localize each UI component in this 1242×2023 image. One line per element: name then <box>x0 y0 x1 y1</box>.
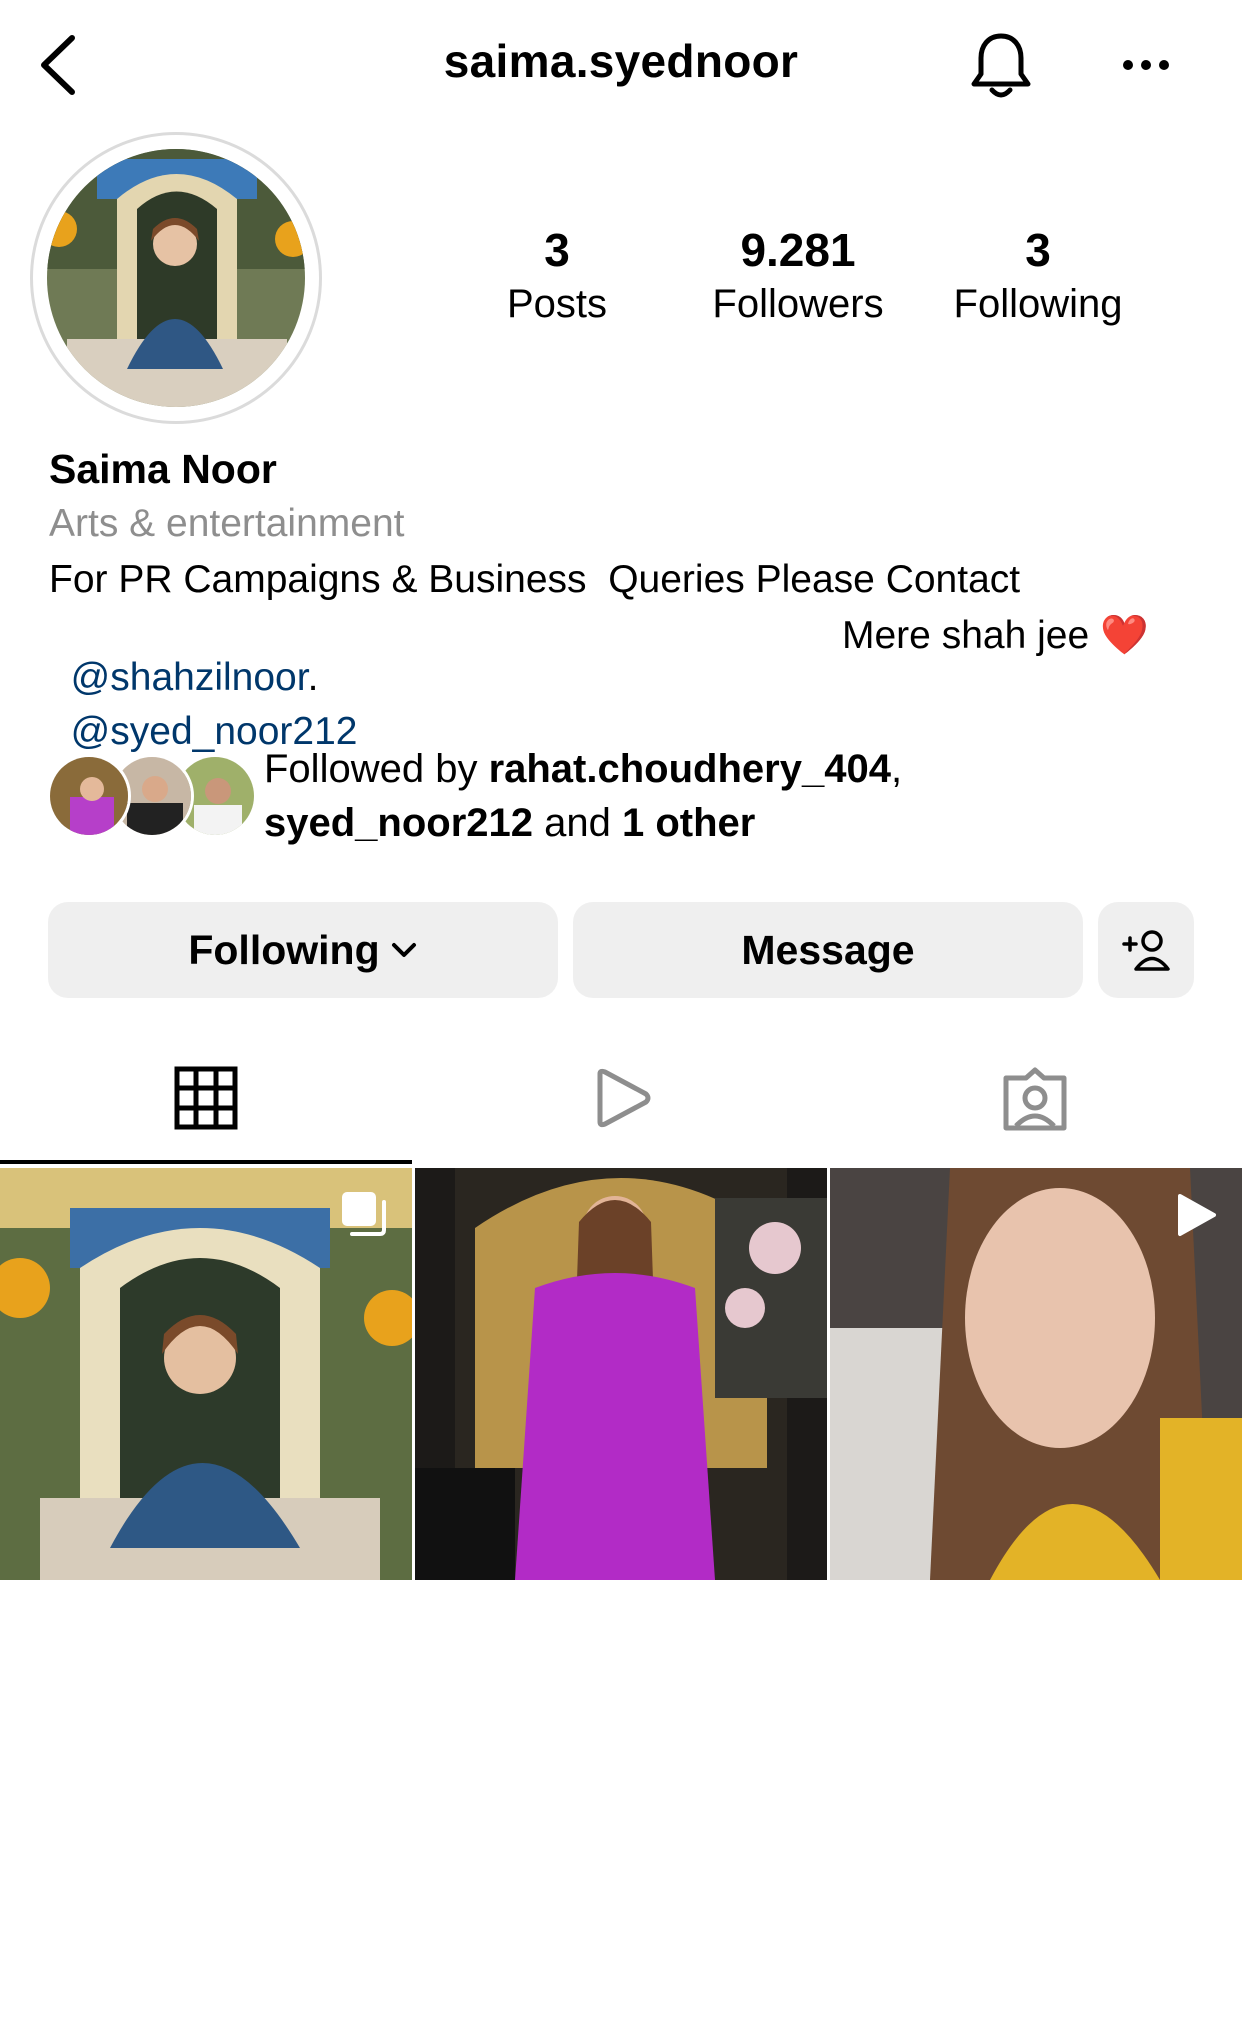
following-button-label: Following <box>188 926 380 973</box>
bio-line-3: @syed_noor212 <box>49 666 358 754</box>
followed-by-separator: , <box>890 747 903 791</box>
following-label: Following <box>953 282 1123 326</box>
post-thumbnail[interactable] <box>0 1168 412 1580</box>
followed-by-user[interactable]: rahat.choudhery_404 <box>489 747 891 791</box>
bell-icon <box>971 33 1031 98</box>
active-tab-indicator <box>0 1160 412 1164</box>
post-thumbnail[interactable] <box>415 1168 827 1580</box>
followed-by-others[interactable]: 1 other <box>622 801 755 845</box>
multiple-photos-icon <box>342 1192 386 1236</box>
tab-reels[interactable] <box>592 1066 652 1140</box>
profile-username-title: saima.syednoor <box>443 35 799 87</box>
stat-posts[interactable]: 3 Posts <box>447 222 667 330</box>
profile-category: Arts & entertainment <box>49 502 405 545</box>
tab-posts-grid[interactable] <box>174 1066 238 1140</box>
message-button-label: Message <box>741 926 915 973</box>
chevron-down-icon <box>391 943 416 957</box>
posts-count: 3 <box>544 224 570 276</box>
followed-by-and: and <box>533 801 622 845</box>
stat-followers[interactable]: 9.281 Followers <box>688 222 908 330</box>
post-thumbnail[interactable] <box>830 1168 1242 1580</box>
grid-icon <box>174 1066 238 1130</box>
bio-line-2-tail: Mere shah jee ❤️ <box>842 614 1149 657</box>
add-user-icon <box>1122 930 1170 971</box>
profile-avatar[interactable] <box>47 149 305 407</box>
notifications-button[interactable] <box>966 30 1036 102</box>
posts-label: Posts <box>506 282 608 326</box>
more-horizontal-icon <box>1123 60 1169 70</box>
tab-tagged[interactable] <box>1002 1066 1068 1140</box>
followed-by-prefix: Followed by <box>264 747 489 791</box>
video-play-icon <box>1178 1194 1216 1236</box>
followed-by-user[interactable]: syed_noor212 <box>264 801 533 845</box>
following-button[interactable]: Following <box>48 902 558 998</box>
followers-label: Followers <box>712 282 884 326</box>
tagged-icon <box>1003 1067 1067 1131</box>
follower-avatar[interactable] <box>47 754 131 838</box>
stat-following[interactable]: 3 Following <box>928 222 1148 330</box>
more-options-button[interactable] <box>1120 50 1172 80</box>
following-count: 3 <box>1025 224 1051 276</box>
followed-by-text[interactable]: Followed by rahat.choudhery_404, syed_no… <box>264 742 1164 850</box>
message-button[interactable]: Message <box>573 902 1083 998</box>
bio-line-1: For PR Campaigns & Business Queries Plea… <box>49 558 1021 601</box>
followers-count: 9.281 <box>740 224 856 276</box>
reels-icon <box>597 1068 651 1128</box>
add-user-button[interactable] <box>1098 902 1194 998</box>
profile-name: Saima Noor <box>49 446 277 492</box>
